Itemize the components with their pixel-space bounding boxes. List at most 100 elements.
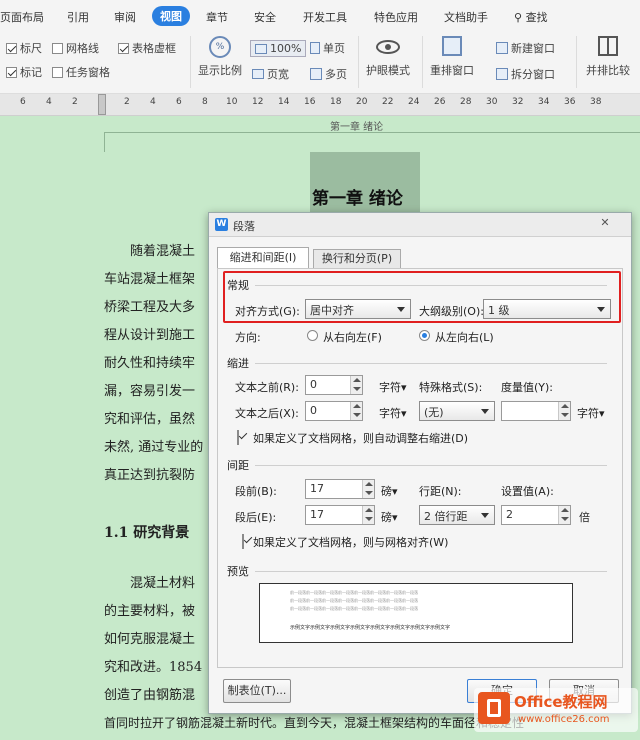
zoom-100-button[interactable]: 100% (250, 40, 307, 57)
tab-review[interactable]: 审阅 (114, 9, 136, 25)
auto-indent-checkbox[interactable] (237, 430, 239, 445)
tab-view[interactable]: 视图 (152, 6, 190, 26)
outline-level-value: 1 级 (488, 304, 510, 317)
body-line: 创造了由钢筋混 (104, 688, 196, 703)
outline-level-select[interactable]: 1 级 (483, 299, 611, 319)
markup-checkbox[interactable]: 标记 (6, 64, 42, 80)
eye-mode-label: 护眼模式 (366, 64, 410, 77)
setting-value-input[interactable]: 2 (501, 505, 571, 525)
before-text-input[interactable]: 0 (305, 375, 363, 395)
spinner-icon[interactable] (558, 506, 570, 524)
measure-label: 度量值(Y): (501, 381, 554, 394)
tab-page-layout[interactable]: 页面布局 (0, 9, 44, 25)
after-paragraph-label: 段后(E): (235, 511, 277, 524)
before-paragraph-input[interactable]: 17 (305, 479, 375, 499)
preview-previous-paragraph: 前一段落前一段落前一段落前一段落前一段落前一段落前一段落前一段落 (290, 606, 418, 611)
multi-page-label: 多页 (325, 68, 347, 81)
unit-select[interactable]: 磅▾ (381, 483, 398, 499)
divider (190, 36, 191, 88)
special-format-select[interactable]: (无) (419, 401, 495, 421)
ltr-radio[interactable] (419, 330, 430, 341)
unit-select[interactable]: 字符▾ (379, 379, 407, 395)
ruler-number: 4 (46, 97, 52, 107)
direction-label: 方向: (235, 331, 261, 344)
new-window-icon (496, 42, 508, 54)
ruler-number: 24 (408, 97, 420, 107)
ruler-number: 16 (304, 97, 316, 107)
dialog-titlebar[interactable]: W 段落 ✕ (209, 213, 631, 237)
rearrange-window-button[interactable]: 重排窗口 (430, 36, 474, 78)
close-icon[interactable]: ✕ (589, 216, 621, 232)
ruler-number: 32 (512, 97, 524, 107)
line-spacing-select[interactable]: 2 倍行距 (419, 505, 495, 525)
alignment-select[interactable]: 居中对齐 (305, 299, 411, 319)
body-line: 未然, 通过专业的 (104, 440, 204, 455)
multi-page-button[interactable]: 多页 (310, 66, 347, 82)
spinner-icon[interactable] (362, 480, 374, 498)
zoom-button[interactable]: % 显示比例 (198, 36, 242, 78)
ribbon-tabs: 页面布局 引用 审阅 视图 章节 安全 开发工具 特色应用 文档助手 ⚲ 查找 (0, 0, 640, 32)
split-window-button[interactable]: 拆分窗口 (496, 66, 555, 82)
spinner-icon[interactable] (558, 402, 570, 420)
tab-line-page-break[interactable]: 换行和分页(P) (313, 249, 401, 269)
side-by-side-button[interactable]: 并排比较 (586, 36, 630, 78)
new-window-label: 新建窗口 (511, 42, 555, 55)
spinner-icon[interactable] (362, 506, 374, 524)
after-paragraph-value: 17 (310, 508, 324, 521)
ruler-checkbox[interactable]: 标尺 (6, 40, 42, 56)
after-text-input[interactable]: 0 (305, 401, 363, 421)
watermark: Office教程网 www.office26.com (474, 688, 638, 732)
spinner-icon[interactable] (350, 376, 362, 394)
measure-input[interactable] (501, 401, 571, 421)
ruler-number: 18 (330, 97, 342, 107)
after-text-value: 0 (310, 404, 317, 417)
setting-value-label: 设置值(A): (501, 485, 554, 498)
tab-special[interactable]: 特色应用 (374, 9, 418, 25)
gridlines-checkbox[interactable]: 网格线 (52, 40, 99, 56)
ruler-number: 36 (564, 97, 576, 107)
divider (422, 36, 423, 88)
search-tab[interactable]: ⚲ 查找 (514, 9, 548, 25)
tab-developer[interactable]: 开发工具 (303, 9, 347, 25)
watermark-url: www.office26.com (518, 714, 610, 725)
body-line: 如何克服混凝土 (104, 632, 196, 647)
multi-page-icon (310, 68, 322, 80)
horizontal-ruler[interactable]: 6 4 2 2 4 6 8 10 12 14 16 18 20 22 24 26… (0, 94, 640, 116)
rtl-radio[interactable] (307, 330, 318, 341)
zoom-100-label: 100% (270, 42, 302, 55)
new-window-button[interactable]: 新建窗口 (496, 40, 555, 56)
task-pane-checkbox[interactable]: 任务窗格 (52, 64, 110, 80)
table-frame-checkbox[interactable]: 表格虚框 (118, 40, 176, 56)
tab-indent-spacing[interactable]: 缩进和间距(I) (217, 247, 309, 269)
grid-align-label: 如果定义了文档网格，则与网格对齐(W) (253, 536, 449, 549)
grid-align-checkbox[interactable] (242, 534, 244, 549)
task-pane-label: 任务窗格 (66, 66, 110, 79)
body-line: 的主要材料，被 (104, 604, 196, 619)
page-width-button[interactable]: 页宽 (252, 66, 289, 82)
after-paragraph-input[interactable]: 17 (305, 505, 375, 525)
unit-select[interactable]: 字符▾ (577, 405, 605, 421)
tab-doc-assistant[interactable]: 文档助手 (444, 9, 488, 25)
special-format-value: (无) (424, 406, 444, 419)
ruler-number: 6 (20, 97, 26, 107)
split-window-label: 拆分窗口 (511, 68, 555, 81)
body-line: 混凝土材料 (130, 576, 196, 591)
unit-select[interactable]: 磅▾ (381, 509, 398, 525)
tab-references[interactable]: 引用 (67, 9, 89, 25)
indent-marker[interactable] (98, 94, 106, 115)
tab-stops-button[interactable]: 制表位(T)... (223, 679, 291, 703)
office-logo-icon (478, 692, 510, 724)
single-page-icon (310, 42, 320, 54)
indent-section-label: 缩进 (227, 357, 249, 370)
tab-security[interactable]: 安全 (254, 9, 276, 25)
search-icon: ⚲ (514, 11, 526, 24)
alignment-label: 对齐方式(G): (235, 305, 300, 318)
tab-chapter[interactable]: 章节 (206, 9, 228, 25)
spinner-icon[interactable] (350, 402, 362, 420)
divider (255, 571, 607, 572)
single-page-button[interactable]: 单页 (310, 40, 345, 56)
ruler-number: 28 (460, 97, 472, 107)
rearrange-icon (442, 36, 462, 56)
eye-mode-button[interactable]: 护眼模式 (366, 36, 410, 78)
unit-select[interactable]: 字符▾ (379, 405, 407, 421)
